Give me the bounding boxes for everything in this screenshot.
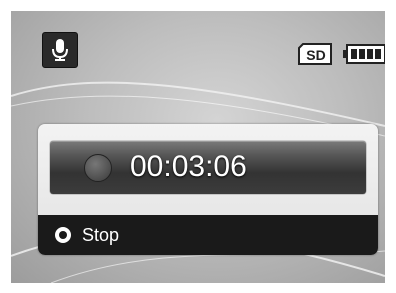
timer-bar: 00:03:06 [50,141,366,194]
audio-mode-button[interactable] [42,32,78,68]
record-dot-icon [84,154,112,182]
ok-button-icon [55,227,71,243]
sd-label: SD [306,47,325,63]
battery-icon [343,44,385,64]
action-bar: Stop [38,215,378,255]
sd-card-icon: SD [298,43,332,65]
recording-panel: 00:03:06 Stop [38,124,378,255]
camera-screen: SD 00:03:06 Stop [11,11,385,283]
stop-label[interactable]: Stop [82,224,162,246]
microphone-icon [52,39,68,61]
elapsed-time: 00:03:06 [130,150,247,183]
